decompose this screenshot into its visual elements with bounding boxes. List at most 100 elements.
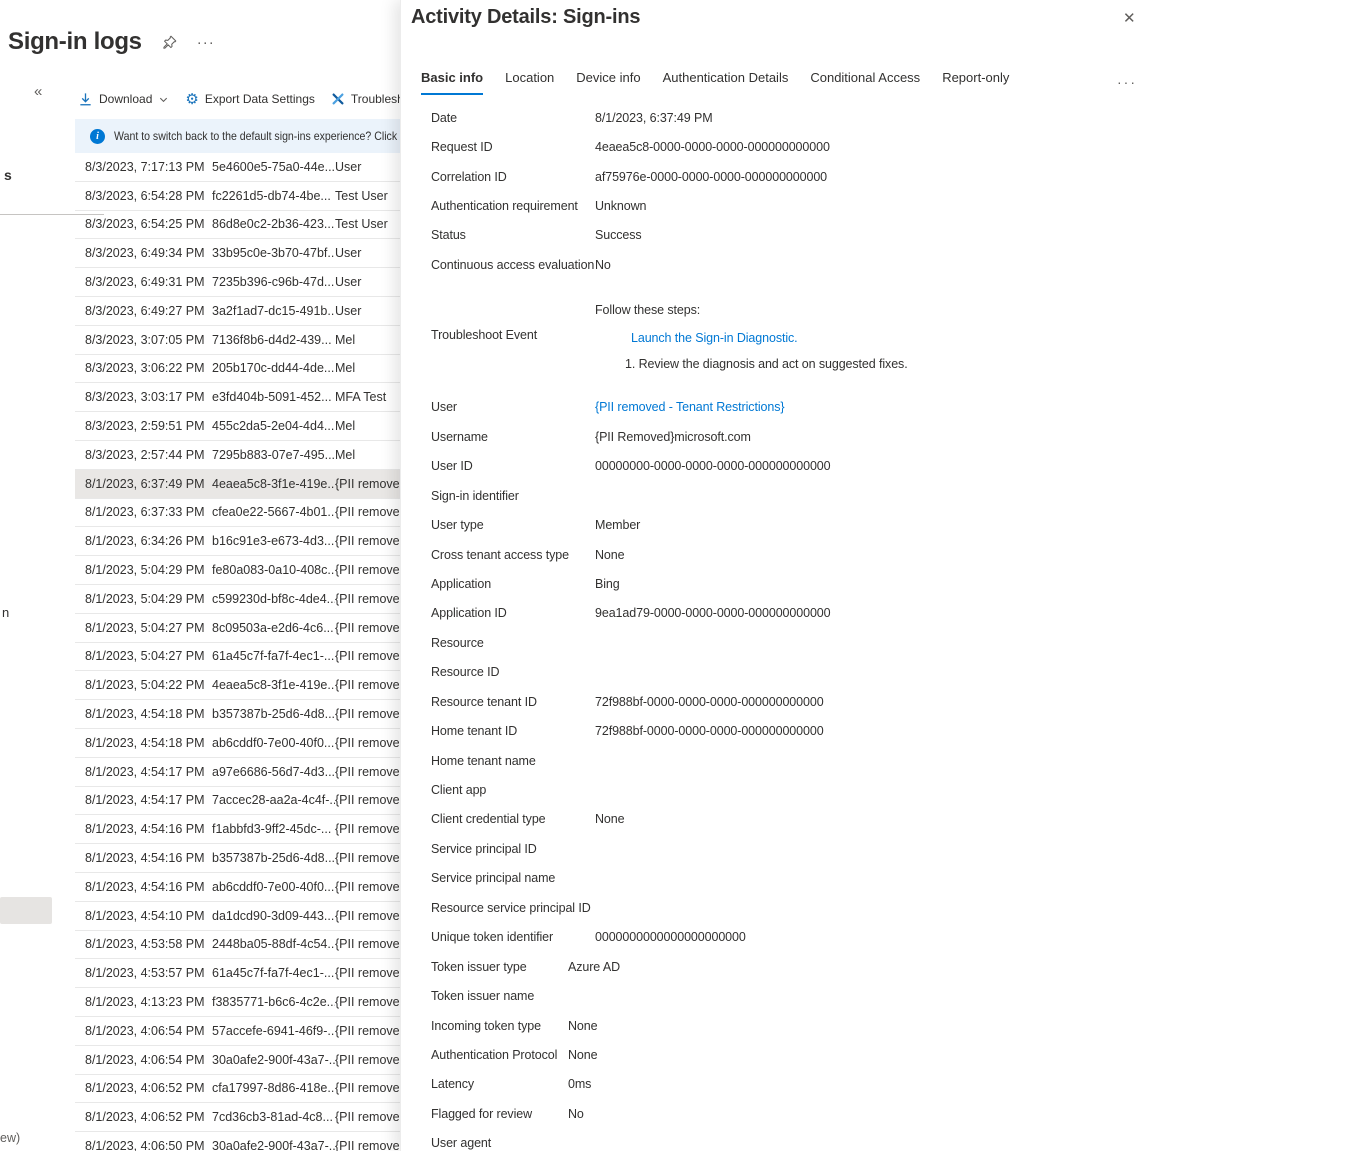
table-row[interactable]: 8/1/2023, 4:13:23 PM f3835771-b6c6-4c2e..… xyxy=(75,988,400,1017)
table-row[interactable]: 8/1/2023, 4:06:52 PM cfa17997-8d86-418e..… xyxy=(75,1075,400,1104)
field-label: Sign-in identifier xyxy=(431,488,519,503)
table-row[interactable]: 8/1/2023, 4:06:54 PM 30a0afe2-900f-43a7-.… xyxy=(75,1046,400,1075)
cell-request-id: f1abbfd3-9ff2-45dc-... xyxy=(212,822,332,837)
field-label: Home tenant ID xyxy=(431,724,518,739)
field-value: Member xyxy=(595,518,641,533)
tab-device-info[interactable]: Device info xyxy=(576,70,640,95)
field-row: Client app xyxy=(401,775,1347,804)
table-row[interactable]: 8/1/2023, 5:04:27 PM 8c09503a-e2d6-4c6...… xyxy=(75,614,400,643)
tabs-overflow-button[interactable]: ··· xyxy=(1117,74,1137,90)
cell-date: 8/3/2023, 3:03:17 PM xyxy=(85,390,205,405)
sidebar-text-fragment-bottom: ew) xyxy=(0,1131,21,1145)
table-row[interactable]: 8/3/2023, 6:54:28 PM fc2261d5-db74-4be...… xyxy=(75,182,400,211)
table-row[interactable]: 8/1/2023, 4:06:50 PM 30a0afe2-900f-43a7-.… xyxy=(75,1132,400,1151)
tab-authentication-details[interactable]: Authentication Details xyxy=(663,70,789,95)
table-row[interactable]: 8/1/2023, 4:06:52 PM 7cd36cb3-81ad-4c8...… xyxy=(75,1103,400,1133)
download-button[interactable]: Download xyxy=(78,92,169,107)
field-row: User type Member xyxy=(401,510,1347,539)
info-banner-text: Want to switch back to the default sign-… xyxy=(114,129,398,143)
tab-report-only[interactable]: Report-only xyxy=(942,70,1009,95)
table-row[interactable]: 8/3/2023, 6:54:25 PM 86d8e0c2-2b36-423...… xyxy=(75,211,400,240)
tab-location[interactable]: Location xyxy=(505,70,554,95)
activity-details-panel: Activity Details: Sign-ins ✕ Basic info L… xyxy=(400,0,1347,1151)
field-row: Service principal name xyxy=(401,864,1347,893)
cell-date: 8/3/2023, 3:07:05 PM xyxy=(85,332,205,347)
field-value: Unknown xyxy=(595,199,647,214)
table-row[interactable]: 8/3/2023, 3:03:17 PM e3fd404b-5091-452...… xyxy=(75,383,400,413)
table-row[interactable]: 8/1/2023, 4:54:16 PM b357387b-25d6-4d8...… xyxy=(75,844,400,873)
cell-user: {PII remove xyxy=(335,1052,400,1067)
table-row[interactable]: 8/1/2023, 6:37:33 PM cfea0e22-5667-4b01..… xyxy=(75,499,400,528)
field-value: 72f988bf-0000-0000-0000-000000000000 xyxy=(595,694,824,709)
table-row[interactable]: 8/3/2023, 3:06:22 PM 205b170c-dd44-4de...… xyxy=(75,355,400,384)
table-row[interactable]: 8/3/2023, 7:17:13 PM 5e4600e5-75a0-44e...… xyxy=(75,153,400,182)
sign-in-diagnostic-link[interactable]: Launch the Sign-in Diagnostic. xyxy=(631,331,798,345)
field-label: Application ID xyxy=(431,606,507,621)
cell-user: {PII remove xyxy=(335,908,400,923)
cell-request-id: ab6cddf0-7e00-40f0... xyxy=(212,735,335,750)
field-row: Home tenant ID 72f988bf-0000-0000-0000-00… xyxy=(401,716,1347,745)
panel-tabs: Basic info Location Device info Authenticat… xyxy=(421,70,1009,95)
table-row[interactable]: 8/1/2023, 5:04:27 PM 61a45c7f-fa7f-4ec1-.… xyxy=(75,643,400,672)
sidebar-divider xyxy=(0,214,104,215)
cell-request-id: cfa17997-8d86-418e... xyxy=(212,1081,335,1096)
sidebar-selected-item-fragment[interactable] xyxy=(0,897,52,924)
field-value: 0ms xyxy=(568,1077,592,1092)
table-row[interactable]: 8/1/2023, 4:54:18 PM ab6cddf0-7e00-40f0..… xyxy=(75,729,400,758)
table-row[interactable]: 8/1/2023, 6:34:26 PM b16c91e3-e673-4d3...… xyxy=(75,527,400,557)
troubleshoot-icon xyxy=(332,93,344,105)
field-value: af75976e-0000-0000-0000-000000000000 xyxy=(595,169,828,184)
cell-date: 8/1/2023, 4:13:23 PM xyxy=(85,995,205,1009)
cell-date: 8/1/2023, 4:54:18 PM xyxy=(85,707,205,722)
field-value: None xyxy=(595,547,625,562)
table-row[interactable]: 8/3/2023, 6:49:31 PM 7235b396-c96b-47d...… xyxy=(75,268,400,297)
table-row[interactable]: 8/1/2023, 4:54:17 PM 7accec28-aa2a-4c4f-.… xyxy=(75,787,400,816)
field-value-link[interactable]: {PII removed - Tenant Restrictions} xyxy=(595,400,1347,414)
field-row: Client credential type None xyxy=(401,805,1347,834)
export-data-settings-button[interactable]: ⚙ Export Data Settings xyxy=(185,92,315,107)
table-row[interactable]: 8/1/2023, 4:54:16 PM f1abbfd3-9ff2-45dc-.… xyxy=(75,815,400,845)
cell-request-id: 86d8e0c2-2b36-423... xyxy=(212,217,335,232)
tab-conditional-access[interactable]: Conditional Access xyxy=(810,70,920,95)
close-icon[interactable]: ✕ xyxy=(1123,11,1136,26)
field-row: User agent xyxy=(401,1129,1347,1151)
tab-basic-info[interactable]: Basic info xyxy=(421,70,484,95)
table-row[interactable]: 8/1/2023, 4:54:18 PM b357387b-25d6-4d8...… xyxy=(75,700,400,729)
table-row[interactable]: 8/1/2023, 5:04:29 PM c599230d-bf8c-4de4..… xyxy=(75,585,400,614)
table-row[interactable]: 8/1/2023, 4:53:58 PM 2448ba05-88df-4c54..… xyxy=(75,931,400,960)
cell-request-id: 7295b883-07e7-495... xyxy=(212,447,335,462)
cell-user: Mel xyxy=(335,361,356,376)
field-row: Authentication Protocol None xyxy=(401,1040,1347,1069)
cell-date: 8/1/2023, 4:06:52 PM xyxy=(85,1081,205,1096)
field-label: Username xyxy=(431,429,488,444)
field-label: Application xyxy=(431,576,492,591)
blade-menu-ellipsis[interactable]: ··· xyxy=(197,34,215,51)
cell-request-id: da1dcd90-3d09-443... xyxy=(212,908,335,923)
table-row[interactable]: 8/1/2023, 4:06:54 PM 57accefe-6941-46f9-.… xyxy=(75,1017,400,1046)
fields-group-bottom: Token issuer type Azure AD Token issuer na… xyxy=(401,952,1347,1151)
table-row[interactable]: 8/3/2023, 2:59:51 PM 455c2da5-2e04-4d4...… xyxy=(75,412,400,441)
table-row[interactable]: 8/1/2023, 5:04:29 PM fe80a083-0a10-408c..… xyxy=(75,556,400,585)
table-row[interactable]: 8/1/2023, 4:54:17 PM a97e6686-56d7-4d3...… xyxy=(75,758,400,787)
pin-icon[interactable] xyxy=(162,35,177,50)
field-row: Sign-in identifier xyxy=(401,481,1347,510)
table-row[interactable]: 8/1/2023, 4:53:57 PM 61a45c7f-fa7f-4ec1-.… xyxy=(75,959,400,989)
table-row[interactable]: 8/3/2023, 3:07:05 PM 7136f8b6-d4d2-439...… xyxy=(75,326,400,355)
table-row[interactable]: 8/3/2023, 6:49:34 PM 33b95c0e-3b70-47bf..… xyxy=(75,239,400,269)
field-value: None xyxy=(595,812,625,827)
field-value: 72f988bf-0000-0000-0000-000000000000 xyxy=(595,724,824,739)
troubleshoot-button[interactable]: Troublesh xyxy=(331,92,400,106)
table-row[interactable]: 8/1/2023, 5:04:22 PM 4eaea5c8-3f1e-419e..… xyxy=(75,671,400,701)
cell-date: 8/3/2023, 7:17:13 PM xyxy=(85,159,205,174)
table-row[interactable]: 8/3/2023, 6:49:27 PM 3a2f1ad7-dc15-491b..… xyxy=(75,297,400,326)
table-row[interactable]: 8/1/2023, 6:37:49 PM 4eaea5c8-3f1e-419e..… xyxy=(75,469,400,499)
table-row[interactable]: 8/1/2023, 4:54:16 PM ab6cddf0-7e00-40f0..… xyxy=(75,873,400,902)
table-row[interactable]: 8/3/2023, 2:57:44 PM 7295b883-07e7-495...… xyxy=(75,441,400,470)
table-row[interactable]: 8/1/2023, 4:54:10 PM da1dcd90-3d09-443...… xyxy=(75,902,400,931)
field-row: Resource tenant ID 72f988bf-0000-0000-000… xyxy=(401,687,1347,716)
field-row: User ID 00000000-0000-0000-0000-000000000… xyxy=(401,452,1347,481)
cell-user: Mel xyxy=(335,332,356,347)
cell-date: 8/3/2023, 6:49:27 PM xyxy=(85,303,205,318)
collapse-pane-button[interactable]: « xyxy=(34,83,42,100)
cell-user: {PII remove xyxy=(335,563,400,578)
